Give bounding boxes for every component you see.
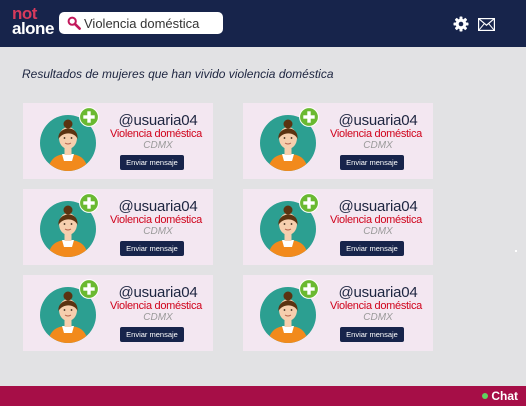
search-input[interactable]	[84, 14, 218, 32]
search-bar[interactable]	[59, 12, 223, 34]
user-card[interactable]: @usuaria04 Violencia doméstica CDMX Envi…	[243, 103, 433, 179]
location-label: CDMX	[143, 312, 173, 323]
plus-icon[interactable]	[79, 279, 99, 299]
username: @usuaria04	[338, 284, 418, 301]
send-message-button[interactable]: Enviar mensaje	[340, 327, 404, 342]
results-heading: Resultados de mujeres que han vivido vio…	[22, 67, 334, 81]
send-message-button[interactable]: Enviar mensaje	[120, 155, 184, 170]
plus-icon[interactable]	[299, 107, 319, 127]
send-message-button[interactable]: Enviar mensaje	[340, 241, 404, 256]
user-card[interactable]: @usuaria04 Violencia doméstica CDMX Envi…	[23, 275, 213, 351]
user-card[interactable]: @usuaria04 Violencia doméstica CDMX Envi…	[23, 103, 213, 179]
send-message-button[interactable]: Enviar mensaje	[120, 241, 184, 256]
top-bar: not alone	[0, 0, 526, 47]
user-card[interactable]: @usuaria04 Violencia doméstica CDMX Envi…	[243, 275, 433, 351]
chat-button[interactable]: Chat	[482, 389, 518, 403]
not-alone-logo[interactable]: not alone	[11, 5, 54, 39]
decorative-dot	[515, 250, 517, 252]
search-icon	[67, 16, 81, 30]
plus-icon[interactable]	[299, 279, 319, 299]
send-message-button[interactable]: Enviar mensaje	[120, 327, 184, 342]
gear-icon[interactable]	[453, 16, 469, 32]
location-label: CDMX	[143, 226, 173, 237]
location-label: CDMX	[143, 140, 173, 151]
logo-text-bottom: alone	[12, 19, 54, 38]
username: @usuaria04	[338, 112, 418, 129]
plus-icon[interactable]	[79, 193, 99, 213]
plus-icon[interactable]	[299, 193, 319, 213]
username: @usuaria04	[118, 284, 198, 301]
footer-bar: Chat	[0, 386, 526, 406]
user-card[interactable]: @usuaria04 Violencia doméstica CDMX Envi…	[23, 189, 213, 265]
location-label: CDMX	[363, 140, 393, 151]
location-label: CDMX	[363, 226, 393, 237]
location-label: CDMX	[363, 312, 393, 323]
username: @usuaria04	[338, 198, 418, 215]
username: @usuaria04	[118, 112, 198, 129]
chat-label: Chat	[491, 389, 518, 403]
plus-icon[interactable]	[79, 107, 99, 127]
user-card[interactable]: @usuaria04 Violencia doméstica CDMX Envi…	[243, 189, 433, 265]
username: @usuaria04	[118, 198, 198, 215]
mail-icon[interactable]	[478, 18, 495, 31]
send-message-button[interactable]: Enviar mensaje	[340, 155, 404, 170]
online-status-icon	[482, 392, 489, 399]
